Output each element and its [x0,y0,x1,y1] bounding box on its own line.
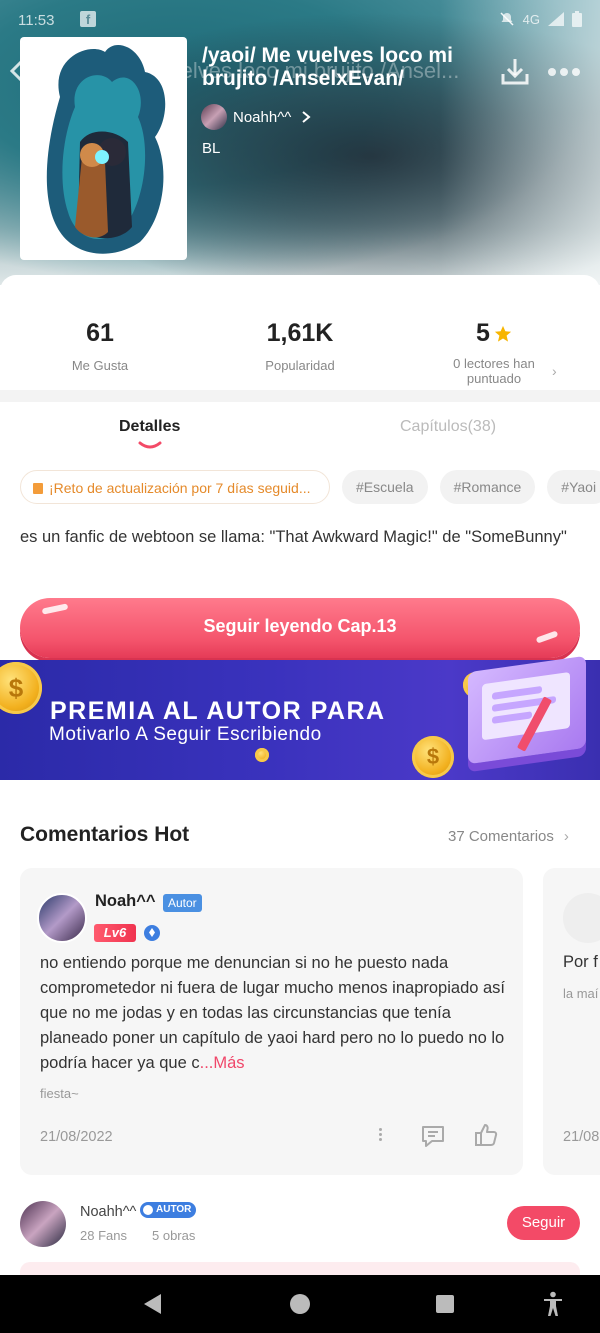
comment-chapter-ref: la maí [563,986,599,1001]
dot-icon [548,68,556,76]
read-more-link[interactable]: ...Más [200,1054,245,1072]
comment-date: 21/08 [563,1129,600,1145]
chevron-right-icon: › [563,828,569,845]
reply-icon[interactable] [420,1124,446,1148]
coin-icon [255,748,269,762]
flag-icon [33,483,43,494]
popularity-value: 1,61K [266,319,334,347]
author-badge: Autor [163,894,202,912]
download-button[interactable] [498,54,532,88]
author-badge: AUTOR [140,1202,197,1218]
tab-bar: Detalles Capítulos(38) [0,402,600,460]
section-divider [0,390,600,402]
comment-card[interactable]: Noah^^ Autor Lv6 no entiendo porque me d… [20,868,523,1175]
tag-romance[interactable]: #Romance [439,470,536,504]
author-name: Noahh^^ [233,108,292,126]
status-time: 11:53 [18,12,55,29]
tab-active-indicator [138,441,162,449]
challenge-tag-label: ¡Reto de actualización por 7 días seguid… [49,480,311,496]
author-avatar[interactable] [20,1201,66,1247]
follow-button[interactable]: Seguir [507,1206,580,1240]
author-works: 5 obras [152,1228,196,1243]
chevron-right-icon [302,111,311,123]
author-name[interactable]: Noahh^^ [80,1204,136,1220]
android-nav-bar [0,1275,600,1333]
rating-value-row: 5 [414,319,574,348]
story-title: /yaoi/ Me vuelves loco mi brujito /Ansel… [202,44,453,90]
status-bar: 11:53 f 4G [0,0,600,40]
download-icon [501,59,529,85]
hot-comments-title: Comentarios Hot [20,823,190,846]
coin-icon: $ [412,736,454,778]
challenge-tag[interactable]: ¡Reto de actualización por 7 días seguid… [20,470,330,504]
button-shine [41,603,69,615]
coin-icon: $ [0,662,42,714]
rating-stat[interactable]: 5 0 lectores han puntuado [414,319,574,386]
likes-value: 61 [86,319,114,347]
story-description: es un fanfic de webtoon se llama: "That … [20,528,567,546]
tag-escuela[interactable]: #Escuela [342,470,428,504]
comment-body: no entiendo porque me denuncian si no he… [40,954,506,1072]
mute-bell-icon [500,12,514,26]
comment-chapter-ref: fiesta~ [40,1086,79,1101]
genre-label: BL [202,140,221,157]
next-section-edge [20,1262,580,1276]
accessibility-icon[interactable] [542,1291,564,1317]
comment-text: Por f [563,953,598,971]
comment-text: no entiendo porque me denuncian si no he… [40,951,505,1076]
tag-row: ¡Reto de actualización por 7 días seguid… [20,470,600,504]
continue-reading-label: Seguir leyendo Cap.13 [203,616,397,636]
likes-label: Me Gusta [71,358,129,373]
level-badge: Lv6 [94,924,136,942]
comment-date: 21/08/2022 [40,1129,113,1145]
commenter-avatar[interactable] [37,893,87,943]
tab-chapters[interactable]: Capítulos(38) [400,418,496,436]
more-options-button[interactable] [548,62,582,82]
chevron-left-icon [9,58,25,84]
all-comments-link[interactable]: 37 Comentarios › [448,828,569,845]
cover-illustration [46,44,166,254]
laptop-illustration [468,655,586,765]
facebook-icon: f [80,11,96,27]
nav-back-icon[interactable] [144,1294,161,1314]
button-shine [535,630,559,644]
chevron-right-icon: › [552,363,557,379]
author-strip: Noahh^^ AUTOR 28 Fans 5 obras Seguir [0,1190,600,1260]
author-avatar [201,104,227,130]
like-icon[interactable] [473,1122,499,1148]
continue-reading-button[interactable]: Seguir leyendo Cap.13 [20,598,580,658]
author-fans: 28 Fans [80,1228,127,1243]
comment-card[interactable]: Por f la maí 21/08 [543,868,600,1175]
rating-label: 0 lectores han puntuado [453,356,535,386]
commenter-avatar[interactable] [563,893,600,943]
dot-icon [560,68,568,76]
tag-yaoi[interactable]: #Yaoi [547,470,600,504]
banner-subline: Motivarlo A Seguir Escribiendo [49,724,322,745]
network-type: 4G [522,11,540,27]
back-button[interactable] [6,56,32,86]
dot-icon [572,68,580,76]
commenter-name[interactable]: Noah^^ [95,892,156,911]
tab-details[interactable]: Detalles [119,418,180,436]
comments-count: 37 Comentarios [448,828,554,845]
status-icons: 4G [499,11,582,27]
stats-panel: 61 Me Gusta 1,61K Popularidad 5 0 lector… [0,275,600,390]
signal-icon [548,12,564,26]
star-icon [494,325,512,342]
nav-home-icon[interactable] [290,1294,310,1314]
battery-icon [572,11,582,27]
likes-stat: 61 Me Gusta [20,319,180,373]
book-cover[interactable] [20,37,187,260]
banner-headline: PREMIA AL AUTOR PARA [50,697,386,725]
diamond-icon [143,1205,153,1215]
author-link[interactable]: Noahh^^ [201,104,311,130]
comment-menu-button[interactable] [376,1126,384,1148]
popularity-stat: 1,61K Popularidad [220,319,380,373]
diamond-icon [144,925,160,941]
rating-value: 5 [476,319,490,347]
popularity-label: Popularidad [265,358,335,373]
nav-recents-icon[interactable] [436,1295,454,1313]
